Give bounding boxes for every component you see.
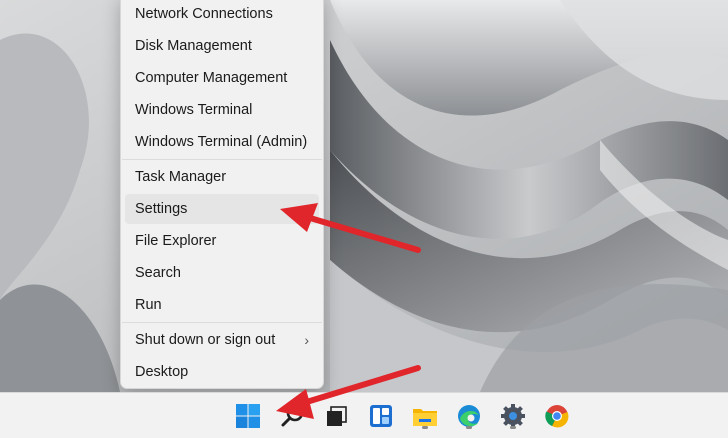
menu-item-run[interactable]: Run — [125, 290, 319, 320]
menu-item-label: Shut down or sign out — [135, 332, 276, 348]
menu-separator — [122, 159, 322, 160]
file-explorer-icon[interactable] — [410, 401, 440, 431]
menu-item-disk-management[interactable]: Disk Management — [125, 31, 319, 61]
search-icon[interactable] — [278, 401, 308, 431]
menu-item-shut-down-or-sign-out[interactable]: Shut down or sign out › — [125, 325, 319, 355]
menu-item-windows-terminal[interactable]: Windows Terminal — [125, 95, 319, 125]
winx-context-menu: Network Connections Disk Management Comp… — [120, 0, 324, 389]
wallpaper-waves — [0, 0, 728, 392]
menu-item-task-manager[interactable]: Task Manager — [125, 162, 319, 192]
widgets-icon[interactable] — [366, 401, 396, 431]
menu-item-settings[interactable]: Settings — [125, 194, 319, 224]
menu-item-file-explorer[interactable]: File Explorer — [125, 226, 319, 256]
running-indicator — [466, 426, 472, 429]
menu-item-search[interactable]: Search — [125, 258, 319, 288]
chevron-right-icon: › — [304, 332, 309, 348]
menu-item-windows-terminal-admin[interactable]: Windows Terminal (Admin) — [125, 127, 319, 157]
task-view-icon[interactable] — [322, 401, 352, 431]
desktop-wallpaper — [0, 0, 728, 392]
menu-item-computer-management[interactable]: Computer Management — [125, 63, 319, 93]
menu-item-network-connections[interactable]: Network Connections — [125, 0, 319, 29]
edge-icon[interactable] — [454, 401, 484, 431]
taskbar — [0, 392, 728, 438]
menu-item-desktop[interactable]: Desktop — [125, 357, 319, 387]
menu-separator — [122, 322, 322, 323]
settings-icon[interactable] — [498, 401, 528, 431]
running-indicator — [422, 426, 428, 429]
running-indicator — [510, 426, 516, 429]
start-icon[interactable] — [233, 401, 263, 431]
chrome-icon[interactable] — [542, 401, 572, 431]
